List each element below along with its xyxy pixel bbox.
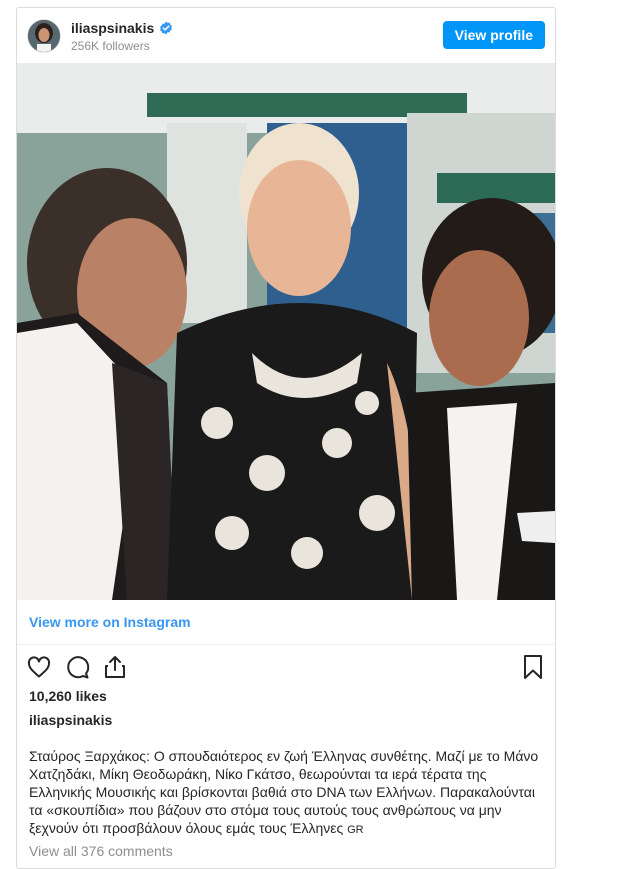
post-photo[interactable] xyxy=(17,63,555,600)
avatar[interactable] xyxy=(27,19,61,53)
post-header: iliaspsinakis 256K followers View profil… xyxy=(17,8,555,62)
user-block: iliaspsinakis 256K followers xyxy=(71,20,173,53)
action-bar xyxy=(25,653,129,681)
caption-text: Σταύρος Ξαρχάκος: Ο σπουδαιότερος εν ζωή… xyxy=(29,747,539,839)
verified-badge-icon xyxy=(160,21,173,35)
caption-username[interactable]: iliaspsinakis xyxy=(29,712,112,728)
username-row: iliaspsinakis xyxy=(71,20,173,36)
heart-icon[interactable] xyxy=(25,653,53,681)
bookmark-icon[interactable] xyxy=(519,653,547,681)
caption-body: Σταύρος Ξαρχάκος: Ο σπουδαιότερος εν ζωή… xyxy=(29,748,539,836)
divider xyxy=(17,644,555,645)
comment-icon[interactable] xyxy=(63,653,91,681)
view-profile-button[interactable]: View profile xyxy=(442,21,545,49)
instagram-embed: iliaspsinakis 256K followers View profil… xyxy=(16,7,556,869)
view-all-comments-link[interactable]: View all 376 comments xyxy=(29,843,173,859)
caption-flag: GR xyxy=(347,824,364,836)
share-icon[interactable] xyxy=(101,653,129,681)
follower-count: 256K followers xyxy=(71,39,150,53)
like-count[interactable]: 10,260 likes xyxy=(29,688,107,704)
username[interactable]: iliaspsinakis xyxy=(71,20,154,36)
view-more-on-instagram-link[interactable]: View more on Instagram xyxy=(29,614,191,630)
